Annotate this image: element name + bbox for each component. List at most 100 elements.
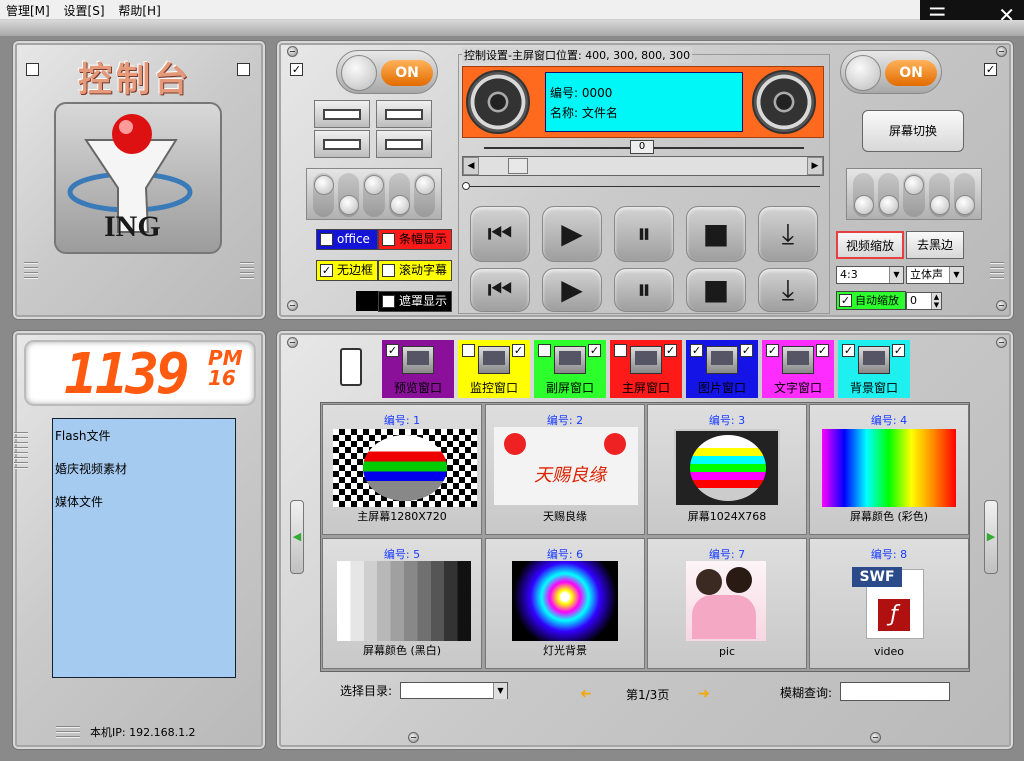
no-border-option[interactable]: 无边框: [316, 260, 378, 281]
screw: [287, 46, 298, 57]
auto-zoom-value[interactable]: 0 ▲ ▼: [906, 292, 942, 310]
pause-button[interactable]: ⏸: [614, 206, 674, 262]
office-checkbox[interactable]: [320, 233, 333, 246]
tab-secondary-window[interactable]: 副屏窗口: [534, 340, 606, 398]
left-power-toggle[interactable]: ON: [336, 50, 438, 94]
tab-checkbox-2[interactable]: [740, 344, 753, 357]
pause-button-2[interactable]: ⏸: [614, 268, 674, 312]
slider[interactable]: [388, 173, 410, 217]
scroll-text-option[interactable]: 滚动字幕: [378, 260, 452, 281]
tab-checkbox-2[interactable]: [816, 344, 829, 357]
clock-time: 1139: [64, 342, 190, 407]
tab-checkbox[interactable]: [386, 344, 399, 357]
prev-button[interactable]: ⏮: [470, 206, 530, 262]
video-zoom-button[interactable]: 视频缩放: [836, 231, 904, 259]
layout-button-3[interactable]: [314, 130, 370, 158]
play-button[interactable]: ▶: [542, 206, 602, 262]
tab-monitor-window[interactable]: 监控窗口: [458, 340, 530, 398]
slider[interactable]: [903, 173, 925, 217]
media-item[interactable]: 编号: 4 屏幕颜色 (彩色): [809, 404, 969, 535]
progress-handle[interactable]: [462, 182, 470, 190]
banner-option[interactable]: 条幅显示: [378, 229, 452, 250]
remove-black-button[interactable]: 去黑边: [906, 231, 964, 259]
tab-checkbox[interactable]: [842, 344, 855, 357]
prev-page-icon[interactable]: ➜: [580, 686, 592, 702]
menu-help[interactable]: 帮助[H]: [112, 0, 164, 19]
tab-image-window[interactable]: 图片窗口: [686, 340, 758, 398]
scroll-left-icon[interactable]: ◀: [463, 157, 479, 175]
media-item[interactable]: 编号: 7 pic: [647, 538, 807, 669]
media-item[interactable]: 编号: 1 主屏幕1280X720: [322, 404, 482, 535]
slider[interactable]: [363, 173, 385, 217]
position-value[interactable]: 0: [630, 140, 654, 154]
next-page-icon[interactable]: ➜: [698, 686, 710, 702]
layout-button-4[interactable]: [376, 130, 432, 158]
list-item[interactable]: Flash文件: [55, 427, 233, 444]
auto-zoom-checkbox[interactable]: [839, 294, 852, 307]
media-item[interactable]: 编号: 8 SWF ƒ video: [809, 538, 969, 669]
slider[interactable]: [953, 173, 976, 217]
layout-button-1[interactable]: [314, 100, 370, 128]
tab-background-window[interactable]: 背景窗口: [838, 340, 910, 398]
media-item[interactable]: 编号: 5 屏幕颜色 (黑白): [322, 538, 482, 669]
timeline-scrollbar[interactable]: ◀ ▶: [462, 156, 824, 176]
tab-checkbox[interactable]: [614, 344, 627, 357]
tab-checkbox-2[interactable]: [588, 344, 601, 357]
tab-preview-window[interactable]: 预览窗口: [382, 340, 454, 398]
no-border-checkbox[interactable]: [320, 264, 333, 277]
play-button-2[interactable]: ▶: [542, 268, 602, 312]
slider[interactable]: [313, 173, 335, 217]
mask-option[interactable]: 遮罩显示: [378, 291, 452, 312]
dir-select[interactable]: ▼: [400, 682, 508, 699]
logo-right-checkbox[interactable]: [237, 63, 250, 76]
left-power-checkbox[interactable]: [290, 63, 303, 76]
download-button[interactable]: ⤓: [758, 206, 818, 262]
mask-checkbox[interactable]: [382, 295, 395, 308]
slider[interactable]: [413, 173, 436, 217]
banner-checkbox[interactable]: [382, 233, 395, 246]
tab-checkbox[interactable]: [766, 344, 779, 357]
office-option[interactable]: office: [316, 229, 378, 250]
tab-checkbox-2[interactable]: [664, 344, 677, 357]
menu-settings[interactable]: 设置[S]: [58, 0, 109, 19]
tab-checkbox-2[interactable]: [512, 344, 525, 357]
scroll-right-icon[interactable]: ▶: [807, 157, 823, 175]
slider[interactable]: [878, 173, 900, 217]
scroll-thumb[interactable]: [508, 158, 528, 174]
tab-checkbox[interactable]: [538, 344, 551, 357]
tab-main-window[interactable]: 主屏窗口: [610, 340, 682, 398]
media-item[interactable]: 编号: 6 灯光背景: [485, 538, 645, 669]
audio-select[interactable]: 立体声 ▼: [906, 266, 964, 284]
download-button-2[interactable]: ⤓: [758, 268, 818, 312]
menu-manage[interactable]: 管理[M]: [0, 0, 54, 19]
tab-text-window[interactable]: 文字窗口: [762, 340, 834, 398]
switch-icon[interactable]: [340, 348, 362, 386]
layout-button-2[interactable]: [376, 100, 432, 128]
scroll-text-checkbox[interactable]: [382, 264, 395, 277]
stop-button-2[interactable]: ■: [686, 268, 746, 312]
prev-button-2[interactable]: ⏮: [470, 268, 530, 312]
tab-checkbox[interactable]: [690, 344, 703, 357]
search-input[interactable]: [840, 682, 950, 701]
media-item[interactable]: 编号: 3 屏幕1024X768: [647, 404, 807, 535]
slider[interactable]: [853, 173, 875, 217]
right-power-toggle[interactable]: ON: [840, 50, 942, 94]
media-item[interactable]: 编号: 2 天赐良缘 天赐良缘: [485, 404, 645, 535]
aspect-select[interactable]: 4:3 ▼: [836, 266, 904, 284]
auto-zoom-option[interactable]: 自动缩放: [836, 291, 906, 310]
right-power-checkbox[interactable]: [984, 63, 997, 76]
grid-next-arrow-icon[interactable]: ▶: [984, 500, 998, 574]
list-item[interactable]: 媒体文件: [55, 493, 233, 510]
mask-color-swatch[interactable]: [356, 291, 378, 311]
stop-button[interactable]: ■: [686, 206, 746, 262]
screen-switch-button[interactable]: 屏幕切换: [862, 110, 964, 152]
tab-checkbox[interactable]: [462, 344, 475, 357]
resolution-pattern-thumbnail: [674, 429, 780, 507]
slider[interactable]: [928, 173, 950, 217]
list-item[interactable]: 婚庆视频素材: [55, 460, 233, 477]
logo-left-checkbox[interactable]: [26, 63, 39, 76]
tab-checkbox-2[interactable]: [892, 344, 905, 357]
grid-prev-arrow-icon[interactable]: ◀: [290, 500, 304, 574]
file-category-list[interactable]: Flash文件 婚庆视频素材 媒体文件: [52, 418, 236, 678]
slider[interactable]: [338, 173, 360, 217]
